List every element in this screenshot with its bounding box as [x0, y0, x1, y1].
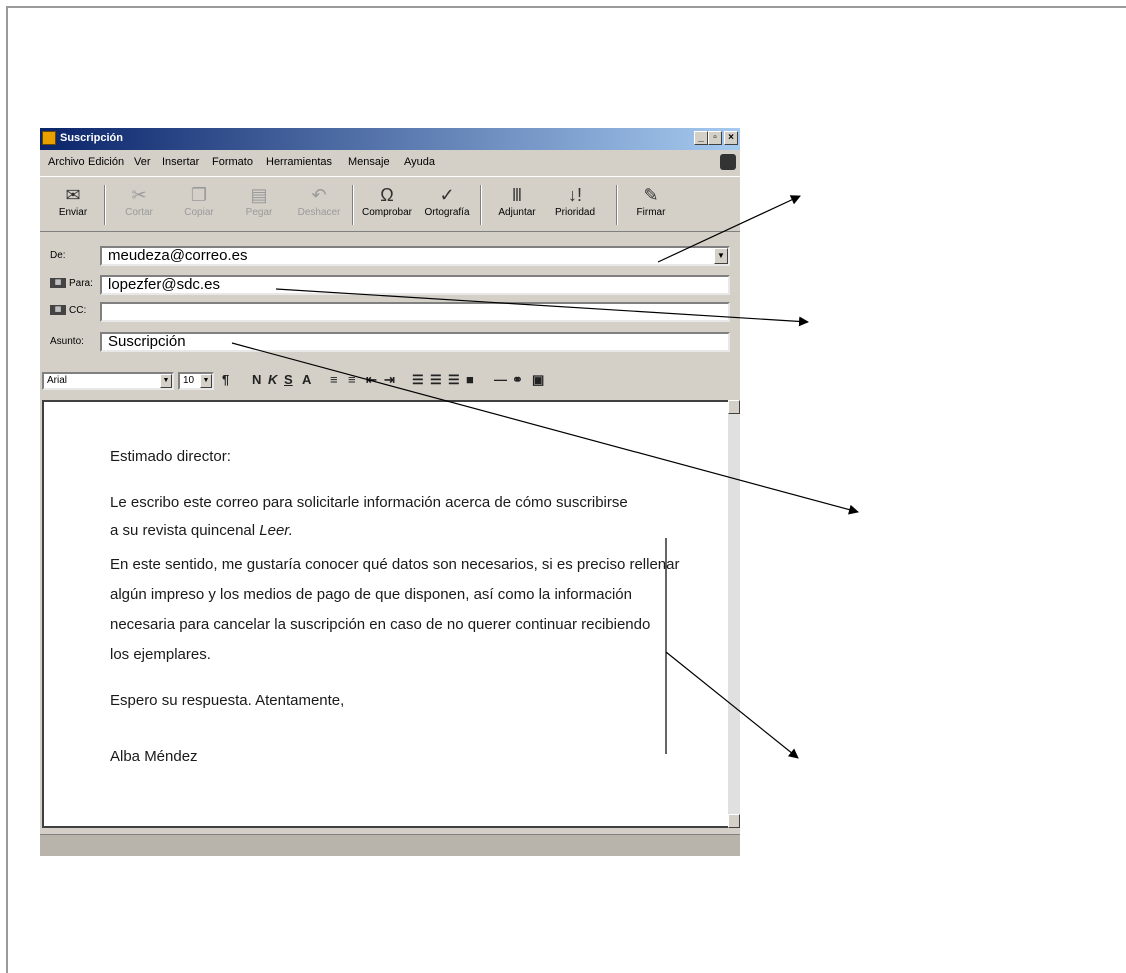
menu-formato[interactable]: Formato	[212, 156, 253, 168]
scroll-up-arrow[interactable]	[728, 400, 740, 414]
paragraph-line: En este sentido, me gustaría conocer qué…	[110, 556, 680, 573]
email-compose-window: Suscripción _ ▫ × Archivo Edición Ver In…	[40, 128, 740, 856]
close-button[interactable]: ×	[724, 131, 738, 145]
chevron-down-icon: ▼	[200, 374, 212, 388]
paperclip-icon: 𝍫	[512, 185, 522, 205]
paragraph-line: a su revista quincenal Leer.	[110, 522, 293, 539]
chevron-down-icon: ▼	[160, 374, 172, 388]
chevron-down-icon[interactable]: ▼	[714, 248, 728, 264]
paragraph-line: los ejemplares.	[110, 646, 211, 663]
subject-field[interactable]: Suscripción	[100, 332, 730, 352]
from-label: De:	[50, 250, 66, 261]
underline-icon[interactable]: S	[284, 372, 293, 387]
greeting-line: Estimado director:	[110, 448, 231, 465]
minimize-button[interactable]: _	[694, 131, 708, 145]
check-names-button[interactable]: Ω Comprobar	[360, 183, 414, 227]
bold-icon[interactable]: N	[252, 372, 261, 387]
attach-button[interactable]: 𝍫 Adjuntar	[490, 183, 544, 227]
insert-picture-icon[interactable]: ▣	[532, 372, 544, 388]
align-right-icon[interactable]: ☰	[448, 372, 460, 388]
vertical-scrollbar[interactable]	[728, 400, 740, 828]
cc-label[interactable]: ▦ CC:	[50, 305, 86, 316]
throbber-icon	[720, 154, 736, 170]
title-bar: Suscripción _ ▫ ×	[40, 128, 740, 150]
scissors-icon: ✂	[131, 185, 147, 205]
menu-bar: Archivo Edición Ver Insertar Formato Her…	[40, 152, 740, 172]
paragraph-line: Le escribo este correo para solicitarle …	[110, 494, 628, 511]
undo-icon: ↶	[311, 185, 327, 205]
copy-icon: ❐	[190, 185, 208, 205]
menu-mensaje[interactable]: Mensaje	[348, 156, 390, 168]
menu-ver[interactable]: Ver	[134, 156, 151, 168]
menu-edicion[interactable]: Edición	[88, 156, 124, 168]
from-field[interactable]: meudeza@correo.es ▼	[100, 246, 730, 266]
toolbar-separator	[352, 185, 354, 225]
toolbar: ✉ Enviar ✂ Cortar ❐ Copiar ▤ Pegar ↶ Deshacer…	[40, 176, 740, 232]
menu-archivo[interactable]: Archivo	[48, 156, 85, 168]
restore-button[interactable]: ▫	[708, 131, 722, 145]
window-title: Suscripción	[60, 132, 123, 144]
menu-herramientas[interactable]: Herramientas	[266, 156, 332, 168]
app-icon	[42, 131, 56, 145]
cc-field[interactable]	[100, 302, 730, 322]
formatting-toolbar: Arial ▼ 10 ▼ ¶ N K S A ≡ ≡ ⇤ ⇥ ☰ ☰ ☰ ■ — ⚭…	[40, 368, 740, 394]
toolbar-separator	[616, 185, 618, 225]
font-select[interactable]: Arial ▼	[42, 372, 174, 390]
scroll-down-arrow[interactable]	[728, 814, 740, 828]
copy-button[interactable]: ❐ Copiar	[172, 183, 226, 227]
priority-button[interactable]: ↓! Prioridad	[548, 183, 602, 227]
priority-icon: ↓!	[567, 185, 582, 205]
justify-icon[interactable]: ■	[466, 372, 474, 387]
menu-ayuda[interactable]: Ayuda	[404, 156, 435, 168]
address-book-icon: ▦	[50, 305, 66, 316]
send-button[interactable]: ✉ Enviar	[46, 183, 100, 227]
increase-indent-icon[interactable]: ⇥	[384, 372, 395, 388]
spelling-icon: ✓	[439, 185, 455, 205]
closing-line: Espero su respuesta. Atentamente,	[110, 692, 345, 709]
address-book-icon: ▦	[50, 278, 66, 289]
sign-icon: ✎	[643, 185, 659, 205]
to-label[interactable]: ▦ Para:	[50, 278, 93, 289]
font-size-select[interactable]: 10 ▼	[178, 372, 214, 390]
decrease-indent-icon[interactable]: ⇤	[366, 372, 377, 388]
send-icon: ✉	[65, 185, 81, 205]
magazine-name: Leer.	[259, 522, 293, 539]
toolbar-separator	[480, 185, 482, 225]
align-center-icon[interactable]: ☰	[430, 372, 442, 388]
align-left-icon[interactable]: ☰	[412, 372, 424, 388]
numbered-list-icon[interactable]: ≡	[330, 372, 338, 387]
signature-line: Alba Méndez	[110, 748, 198, 765]
sign-button[interactable]: ✎ Firmar	[624, 183, 678, 227]
status-bar	[40, 834, 740, 856]
paragraph-line: necesaria para cancelar la suscripción e…	[110, 616, 651, 633]
message-body[interactable]: Estimado director: Le escribo este corre…	[42, 400, 728, 828]
toolbar-separator	[104, 185, 106, 225]
horizontal-line-icon[interactable]: —	[494, 372, 507, 387]
cut-button[interactable]: ✂ Cortar	[112, 183, 166, 227]
to-field[interactable]: lopezfer@sdc.es	[100, 275, 730, 295]
subject-label: Asunto:	[50, 336, 84, 347]
font-color-icon[interactable]: A	[302, 372, 311, 387]
undo-button[interactable]: ↶ Deshacer	[292, 183, 346, 227]
paragraph-style-icon[interactable]: ¶	[222, 372, 229, 387]
bullet-list-icon[interactable]: ≡	[348, 372, 356, 387]
paste-button[interactable]: ▤ Pegar	[232, 183, 286, 227]
check-names-icon: Ω	[380, 185, 394, 205]
paragraph-line: algún impreso y los medios de pago de qu…	[110, 586, 632, 603]
clipboard-icon: ▤	[250, 185, 268, 205]
hyperlink-icon[interactable]: ⚭	[512, 372, 523, 388]
spelling-button[interactable]: ✓ Ortografía	[420, 183, 474, 227]
menu-insertar[interactable]: Insertar	[162, 156, 199, 168]
italic-icon[interactable]: K	[268, 372, 277, 387]
